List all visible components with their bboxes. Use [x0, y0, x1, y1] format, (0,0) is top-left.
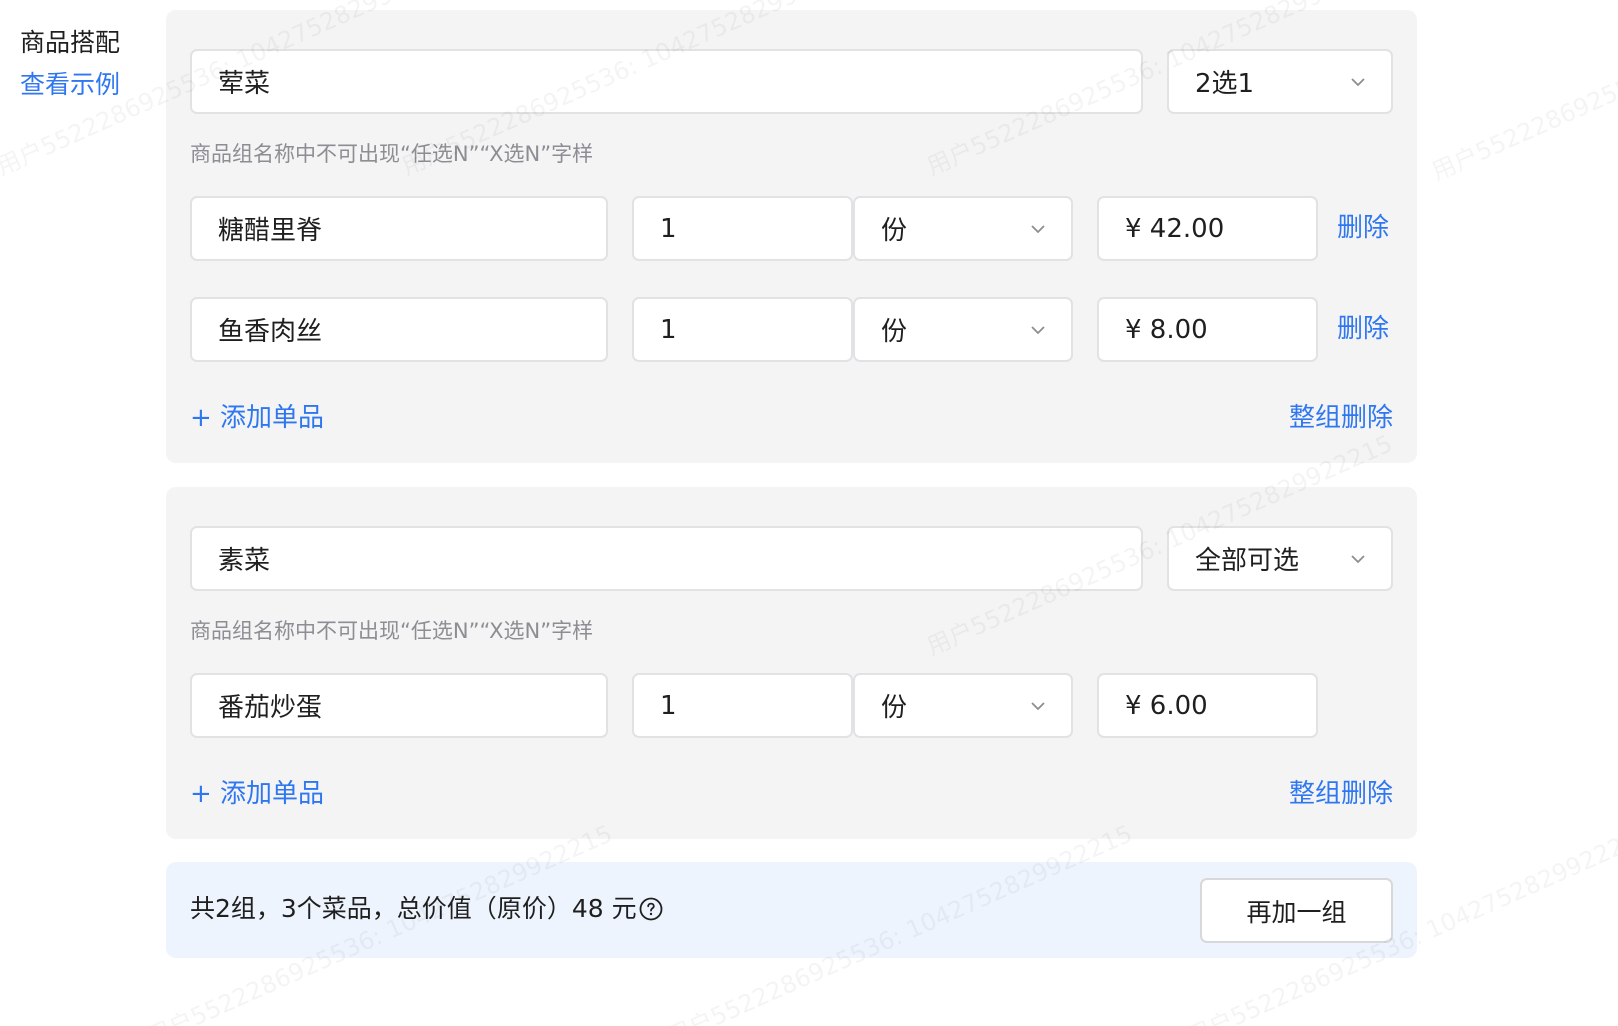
- item-unit-select[interactable]: 份: [853, 673, 1073, 738]
- delete-group-link[interactable]: 整组删除: [1289, 777, 1393, 811]
- item-price-value: ¥ 8.00: [1125, 314, 1208, 345]
- item-price-input[interactable]: ¥ 6.00: [1097, 673, 1318, 738]
- delete-item-link[interactable]: 删除: [1337, 211, 1389, 245]
- item-qty-value: 1: [660, 314, 677, 345]
- group-rule-select[interactable]: 全部可选: [1167, 526, 1393, 591]
- group-name-hint: 商品组名称中不可出现“任选N”“X选N”字样: [190, 619, 594, 643]
- add-group-button[interactable]: 再加一组: [1200, 878, 1393, 943]
- item-name-input[interactable]: 番茄炒蛋: [190, 673, 608, 738]
- item-price-value: ¥ 6.00: [1125, 690, 1208, 721]
- group-name-value: 荤菜: [218, 69, 271, 99]
- chevron-down-icon: [1029, 321, 1047, 339]
- delete-group-link[interactable]: 整组删除: [1289, 401, 1393, 435]
- item-price-input[interactable]: ¥ 42.00: [1097, 196, 1318, 261]
- item-name-value: 番茄炒蛋: [218, 693, 323, 723]
- add-item-link[interactable]: + 添加单品: [190, 777, 324, 811]
- item-price-value: ¥ 42.00: [1125, 213, 1225, 244]
- item-name-value: 鱼香肉丝: [218, 317, 323, 347]
- summary-text: 共2组，3个菜品，总价值（原价）48 元: [190, 892, 663, 926]
- group-name-hint: 商品组名称中不可出现“任选N”“X选N”字样: [190, 142, 594, 166]
- add-item-link[interactable]: + 添加单品: [190, 401, 324, 435]
- item-unit-value: 份: [881, 216, 908, 246]
- item-qty-input[interactable]: 1: [632, 196, 853, 261]
- group-rule-select[interactable]: 2选1: [1167, 49, 1393, 114]
- item-unit-select[interactable]: 份: [853, 297, 1073, 362]
- watermark: 用户5522286925536: 1042752829922215: [1425, 0, 1618, 187]
- product-group-card: 素菜 全部可选 商品组名称中不可出现“任选N”“X选N”字样 番茄炒蛋 1 份 …: [166, 487, 1417, 839]
- item-qty-value: 1: [660, 690, 677, 721]
- group-rule-value: 全部可选: [1195, 546, 1300, 576]
- product-group-card: 荤菜 2选1 商品组名称中不可出现“任选N”“X选N”字样 糖醋里脊 1 份 ¥…: [166, 10, 1417, 463]
- item-name-input[interactable]: 糖醋里脊: [190, 196, 608, 261]
- item-unit-value: 份: [881, 693, 908, 723]
- chevron-down-icon: [1029, 697, 1047, 715]
- chevron-down-icon: [1349, 73, 1367, 91]
- group-name-value: 素菜: [218, 546, 271, 576]
- section-title: 商品搭配: [20, 28, 121, 57]
- group-name-input[interactable]: 荤菜: [190, 49, 1143, 114]
- item-unit-value: 份: [881, 317, 908, 347]
- chevron-down-icon: [1349, 550, 1367, 568]
- delete-item-link[interactable]: 删除: [1337, 312, 1389, 346]
- item-qty-input[interactable]: 1: [632, 673, 853, 738]
- item-qty-input[interactable]: 1: [632, 297, 853, 362]
- page-root: 商品搭配 查看示例 荤菜 2选1 商品组名称中不可出现“任选N”“X选N”字样 …: [0, 0, 1618, 1026]
- group-name-input[interactable]: 素菜: [190, 526, 1143, 591]
- summary-label: 共2组，3个菜品，总价值（原价）48 元: [190, 894, 637, 923]
- item-unit-select[interactable]: 份: [853, 196, 1073, 261]
- item-name-input[interactable]: 鱼香肉丝: [190, 297, 608, 362]
- view-example-link[interactable]: 查看示例: [20, 68, 120, 102]
- item-name-value: 糖醋里脊: [218, 216, 323, 246]
- group-rule-value: 2选1: [1195, 69, 1255, 99]
- chevron-down-icon: [1029, 220, 1047, 238]
- item-price-input[interactable]: ¥ 8.00: [1097, 297, 1318, 362]
- help-circle-icon[interactable]: [639, 897, 663, 921]
- summary-bar: 共2组，3个菜品，总价值（原价）48 元 再加一组: [166, 862, 1417, 958]
- item-qty-value: 1: [660, 213, 677, 244]
